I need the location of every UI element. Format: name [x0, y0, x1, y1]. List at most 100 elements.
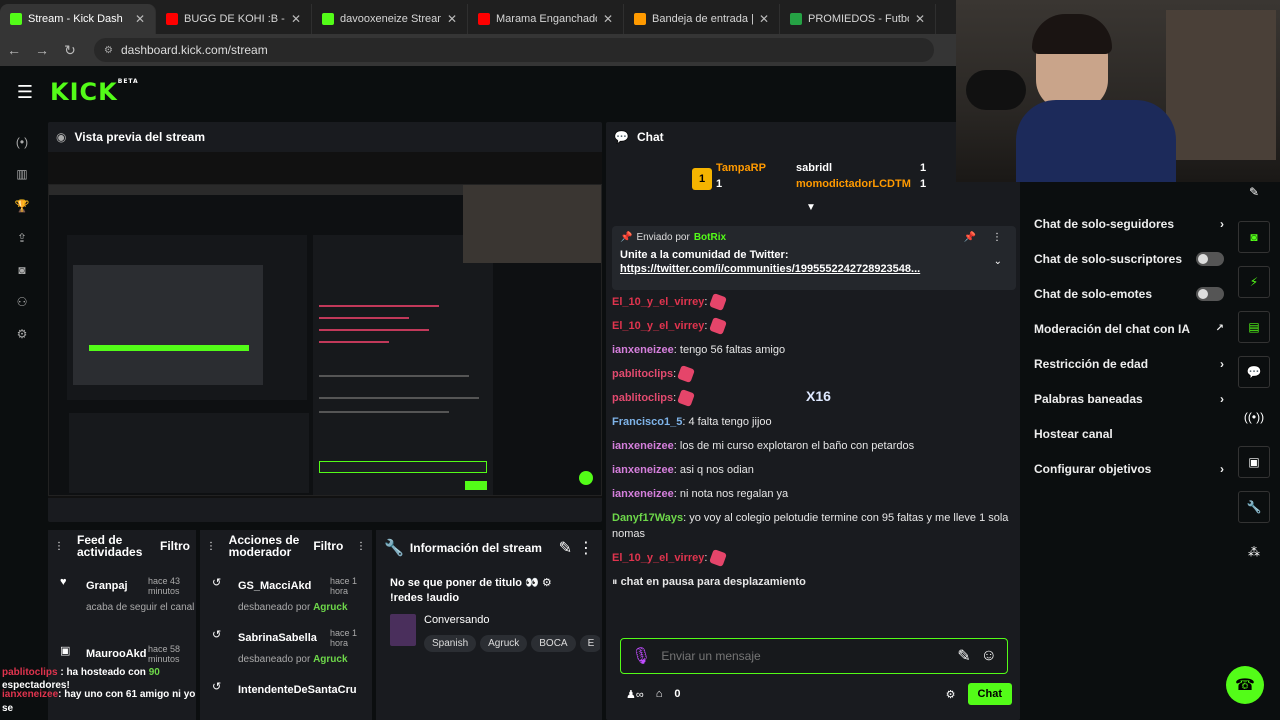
browser-tab[interactable]: PROMIEDOS - Futbol A ✕ — [780, 4, 936, 34]
more-icon[interactable]: ⋮ — [578, 538, 594, 558]
mod-user[interactable]: IntendenteDeSantaCru — [238, 684, 357, 696]
camera-icon[interactable]: ◙ — [1238, 221, 1270, 253]
setting-row[interactable]: Chat de solo-emotes — [1034, 276, 1224, 311]
drag-handle-icon[interactable]: ⋮ — [54, 541, 64, 552]
upload-icon[interactable]: ⇪ — [0, 222, 44, 254]
pinned-link[interactable]: https://twitter.com/i/communities/199555… — [620, 263, 1008, 275]
expand-icon[interactable]: ⌄ — [994, 256, 1002, 267]
browser-tab[interactable]: Bandeja de entrada | D ✕ — [624, 4, 780, 34]
stream-tag[interactable]: E — [579, 635, 600, 652]
broadcast-icon[interactable]: (•) — [0, 126, 44, 158]
close-icon[interactable]: ✕ — [603, 12, 613, 26]
chat-username[interactable]: ianxeneizee — [612, 344, 674, 356]
chevron-down-icon[interactable]: ▼ — [806, 202, 816, 213]
settings-icon[interactable]: ⚙ — [0, 318, 44, 350]
browser-tab[interactable]: davooxeneize Stream ✕ — [312, 4, 468, 34]
note-icon[interactable]: ▤ — [1238, 311, 1270, 343]
gift-icon[interactable]: ⌂ — [656, 688, 663, 700]
mod-user[interactable]: GS_MacciAkd — [238, 580, 311, 592]
stream-tag[interactable]: Spanish — [424, 635, 477, 652]
leaderboard-user[interactable]: momodictadorLCDTM — [796, 178, 911, 190]
menu-icon[interactable]: ☰ — [0, 82, 50, 103]
chat-icon[interactable]: 💬 — [1238, 356, 1270, 388]
browser-tab[interactable]: Marama Enganchados ✕ — [468, 4, 624, 34]
undo-icon[interactable]: ↺ — [212, 576, 221, 589]
toggle-switch[interactable] — [1196, 286, 1224, 301]
drag-handle-icon[interactable]: ⋮ — [206, 541, 216, 552]
undo-icon[interactable]: ↺ — [212, 680, 221, 693]
setting-row[interactable]: Restricción de edad › — [1034, 346, 1224, 381]
chat-paused-notice[interactable]: ⏸ chat en pausa para desplazamiento — [612, 574, 1022, 590]
chat-username[interactable]: El_10_y_el_virrey — [612, 320, 704, 332]
chat-username[interactable]: ianxeneizee — [612, 464, 674, 476]
chat-input[interactable] — [661, 649, 948, 663]
browser-tab[interactable]: BUGG DE KOHI :B - Yo ✕ — [156, 4, 312, 34]
chat-input-box[interactable]: 🎙 ✎ ☺ — [620, 638, 1008, 674]
undo-icon[interactable]: ↺ — [212, 628, 221, 641]
support-button[interactable]: ☎ — [1226, 666, 1264, 704]
close-icon[interactable]: ✕ — [291, 12, 301, 26]
kick-logo[interactable]: KICKBETA — [50, 78, 139, 106]
activity-user[interactable]: MaurooAkd — [86, 648, 147, 660]
analytics-icon[interactable]: ▥ — [0, 158, 44, 190]
ai-icon[interactable]: ✎ — [957, 646, 970, 666]
chat-username[interactable]: pablitoclips — [612, 368, 673, 380]
users-icon[interactable]: ♟∞ — [626, 688, 644, 701]
more-icon[interactable]: ⋮ — [992, 232, 1002, 243]
microphone-icon[interactable]: 🎙 — [631, 646, 651, 666]
lightning-icon[interactable]: ⚡ — [1238, 266, 1270, 298]
site-info-icon[interactable]: ⚙ — [104, 45, 113, 56]
edit-icon[interactable]: ✎ — [559, 538, 572, 558]
users-icon[interactable]: ⚇ — [0, 286, 44, 318]
close-icon[interactable]: ✕ — [135, 12, 145, 26]
pinned-sender[interactable]: BotRix — [694, 232, 726, 243]
emoji-icon[interactable]: ☺ — [981, 647, 997, 665]
gear-icon[interactable]: ⚙ — [946, 688, 956, 701]
forward-icon[interactable]: → — [28, 42, 56, 58]
stream-tag[interactable]: BOCA — [531, 635, 576, 652]
mod-user[interactable]: SabrinaSabella — [238, 632, 317, 644]
chat-username[interactable]: ianxeneizee — [612, 488, 674, 500]
browser-tab[interactable]: Stream - Kick Dash ✕ — [0, 4, 156, 34]
activity-feed-filter[interactable]: Filtro — [160, 539, 190, 553]
send-chat-button[interactable]: Chat — [967, 683, 1012, 705]
chat-username[interactable]: El_10_y_el_virrey — [612, 296, 704, 308]
back-icon[interactable]: ← — [0, 42, 28, 58]
mod-by[interactable]: Agruck — [313, 654, 347, 665]
setting-row[interactable]: Chat de solo-suscriptores — [1034, 241, 1224, 276]
chat-username[interactable]: Danyf17Ways — [612, 512, 683, 524]
apps-icon[interactable]: ⁂ — [1238, 536, 1270, 568]
chat-username[interactable]: El_10_y_el_virrey — [612, 552, 704, 564]
close-icon[interactable]: ✕ — [915, 12, 925, 26]
chat-username[interactable]: ianxeneizee — [612, 440, 674, 452]
setting-row[interactable]: Hostear canal — [1034, 416, 1224, 451]
trophy-icon[interactable]: 🏆 — [0, 190, 44, 222]
chat-username[interactable]: Francisco1_5 — [612, 416, 682, 428]
category-name[interactable]: Conversando — [424, 614, 489, 626]
chat-username[interactable]: pablitoclips — [612, 392, 673, 404]
stream-preview-video[interactable] — [48, 152, 602, 498]
setting-row[interactable]: Configurar objetivos › — [1034, 451, 1224, 486]
mod-actions-filter[interactable]: Filtro — [313, 539, 343, 553]
pin-icon: 📌 — [620, 232, 633, 243]
more-icon[interactable]: ⋮ — [356, 541, 366, 552]
camera-icon[interactable]: ◙ — [0, 254, 44, 286]
setting-row[interactable]: Moderación del chat con IA ↗ — [1034, 311, 1224, 346]
leaderboard-user[interactable]: sabridl — [796, 162, 832, 174]
url-field[interactable]: ⚙ dashboard.kick.com/stream — [94, 38, 934, 62]
broadcast-icon[interactable]: ((•)) — [1238, 401, 1270, 433]
setting-row[interactable]: Chat de solo-seguidores › — [1034, 206, 1224, 241]
close-icon[interactable]: ✕ — [447, 12, 457, 26]
activity-user[interactable]: Granpaj — [86, 580, 128, 592]
setting-row[interactable]: Palabras baneadas › — [1034, 381, 1224, 416]
wrench-icon[interactable]: 🔧 — [1238, 491, 1270, 523]
close-icon[interactable]: ✕ — [759, 12, 769, 26]
layout-icon[interactable]: ▣ — [1238, 446, 1270, 478]
leaderboard-user[interactable]: TampaRP — [716, 162, 766, 174]
unpin-icon[interactable]: 📌 — [964, 232, 976, 243]
reload-icon[interactable]: ↻ — [56, 42, 84, 59]
tab-title: BUGG DE KOHI :B - Yo — [184, 13, 285, 25]
mod-by[interactable]: Agruck — [313, 602, 347, 613]
toggle-switch[interactable] — [1196, 251, 1224, 266]
stream-tag[interactable]: Agruck — [480, 635, 528, 652]
